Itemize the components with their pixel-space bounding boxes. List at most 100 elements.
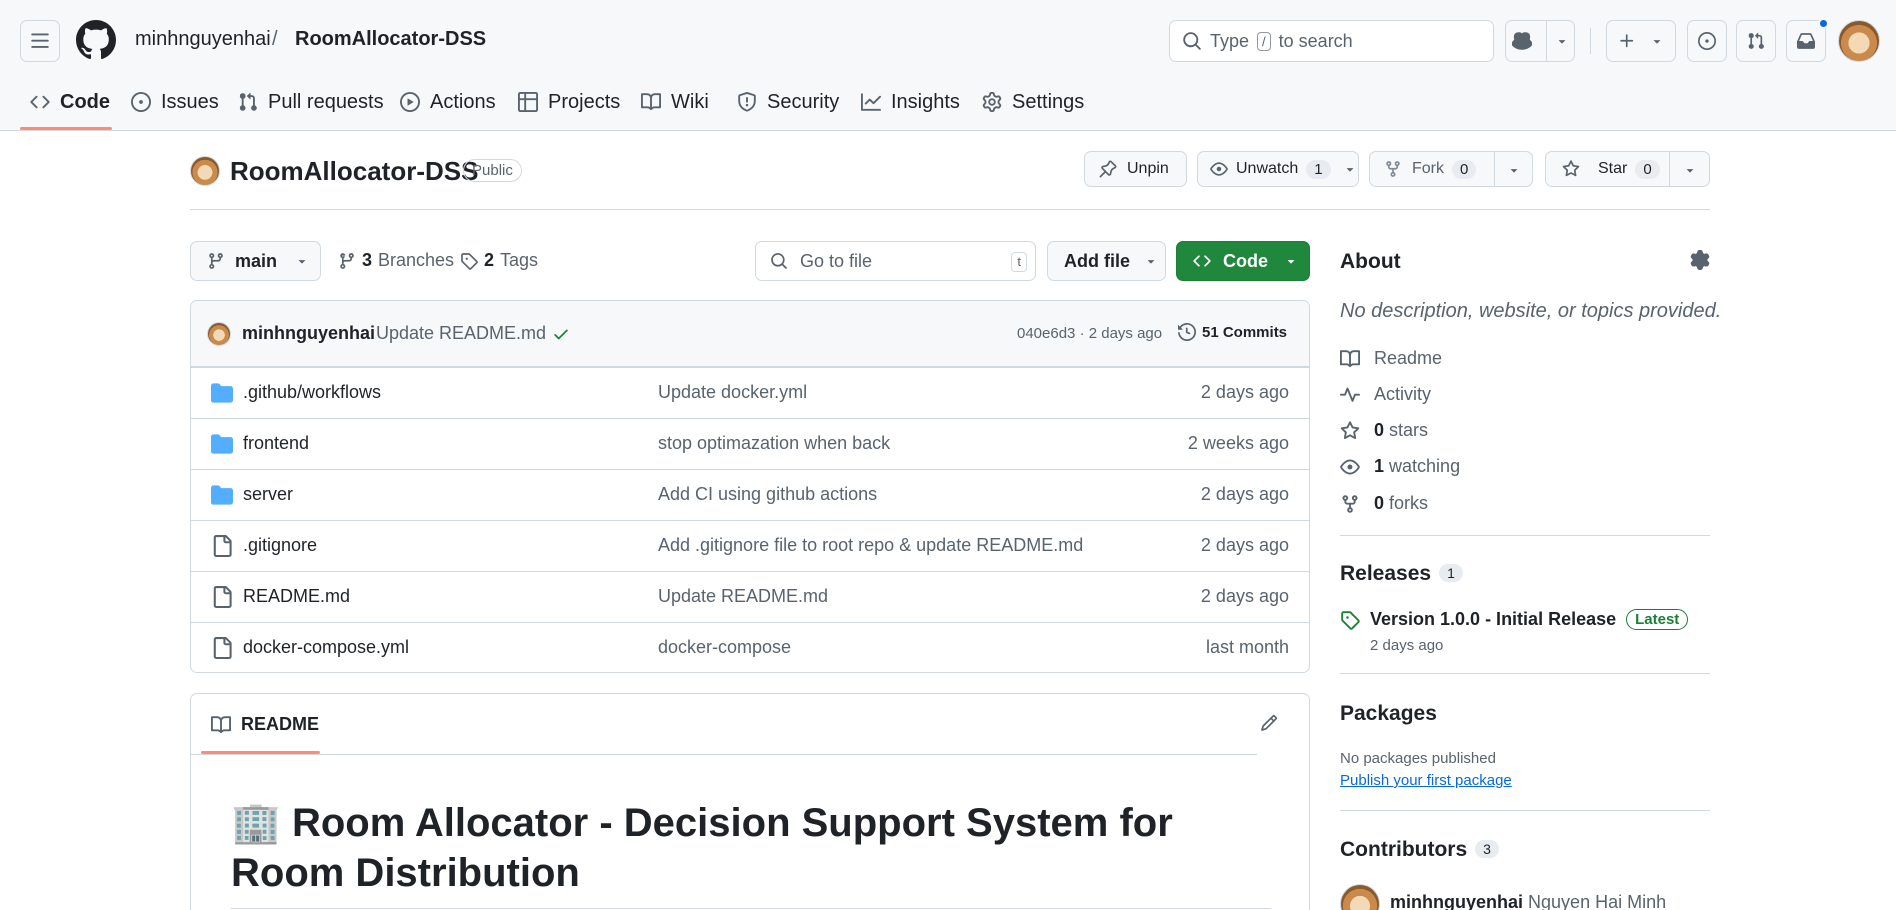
pull-requests-button[interactable] [1736, 20, 1776, 62]
file-row[interactable]: .gitignore Add .gitignore file to root r… [191, 520, 1309, 571]
copilot-button[interactable] [1505, 20, 1575, 62]
file-name[interactable]: README.md [243, 586, 350, 607]
branch-select[interactable]: main [190, 241, 321, 281]
commit-message[interactable]: Update README.md [376, 323, 546, 344]
code-button[interactable]: Code [1176, 241, 1310, 281]
contributor-avatar[interactable] [1340, 884, 1380, 910]
file-icon [213, 586, 232, 608]
readme-panel: README 🏢 Room Allocator - Decision Suppo… [190, 693, 1310, 910]
releases-title-label: Releases [1340, 562, 1432, 585]
graph-icon [861, 93, 881, 111]
file-row[interactable]: frontend stop optimazation when back 2 w… [191, 418, 1309, 469]
notification-dot [1818, 18, 1829, 29]
pull-request-icon [239, 92, 257, 111]
repo-title[interactable]: RoomAllocator-DSS [230, 156, 478, 187]
watching-link[interactable]: 1 watching [1340, 456, 1460, 477]
global-header: minhnguyenhai / RoomAllocator-DSS Type /… [0, 0, 1896, 131]
file-date: 2 days ago [1200, 484, 1289, 504]
tab-projects-label: Projects [548, 90, 621, 113]
contributor-login: minhnguyenhai [1390, 892, 1524, 910]
star-icon [1340, 420, 1360, 439]
file-name[interactable]: server [243, 484, 293, 505]
file-row[interactable]: .github/workflows Update docker.yml 2 da… [191, 367, 1309, 418]
file-commit-message[interactable]: docker-compose [658, 637, 791, 658]
unpin-label: Unpin [1127, 160, 1169, 177]
release-name[interactable]: Version 1.0.0 - Initial Release [1370, 609, 1616, 630]
forks-link[interactable]: 0 forks [1340, 493, 1428, 514]
file-row[interactable]: README.md Update README.md 2 days ago [191, 571, 1309, 622]
fork-icon [1386, 161, 1400, 177]
branch-name: main [235, 250, 278, 271]
file-commit-message[interactable]: stop optimazation when back [658, 433, 890, 454]
tab-projects[interactable]: Projects [518, 88, 620, 116]
branch-icon [340, 252, 354, 269]
tab-security[interactable]: Security [737, 88, 839, 116]
search-input[interactable]: Type / to search [1169, 20, 1494, 62]
activity-link[interactable]: Activity [1340, 384, 1431, 405]
user-avatar[interactable] [1838, 20, 1880, 62]
packages-title[interactable]: Packages [1340, 702, 1437, 726]
gear-icon[interactable] [1690, 250, 1710, 270]
tab-code[interactable]: Code [30, 88, 110, 116]
stars-link[interactable]: 0 stars [1340, 420, 1428, 441]
file-date: 2 weeks ago [1187, 433, 1289, 453]
search-icon [771, 253, 787, 269]
watching-label: watching [1389, 456, 1461, 476]
tags-link[interactable]: 2 Tags [460, 250, 538, 271]
create-new-button[interactable] [1606, 20, 1676, 62]
unwatch-button[interactable]: Unwatch 1 [1197, 151, 1359, 187]
folder-icon [211, 434, 233, 454]
tab-insights-label: Insights [891, 90, 960, 113]
breadcrumb-repo[interactable]: RoomAllocator-DSS [295, 28, 486, 51]
file-commit-message[interactable]: Update README.md [658, 586, 828, 607]
search-suffix: to search [1278, 30, 1353, 51]
contributors-title[interactable]: Contributors 3 [1340, 838, 1499, 862]
breadcrumb-owner[interactable]: minhnguyenhai [135, 28, 271, 51]
file-commit-message[interactable]: Update docker.yml [658, 382, 807, 403]
tab-issues[interactable]: Issues [131, 88, 219, 116]
latest-release[interactable]: Version 1.0.0 - Initial Release Latest [1340, 609, 1689, 630]
tab-wiki[interactable]: Wiki [641, 88, 709, 116]
file-name[interactable]: .gitignore [243, 535, 317, 556]
file-name[interactable]: frontend [243, 433, 309, 454]
file-name[interactable]: .github/workflows [243, 382, 381, 403]
commit-author-avatar[interactable] [207, 322, 231, 346]
tab-settings[interactable]: Settings [982, 88, 1084, 116]
play-icon [400, 92, 420, 112]
commit-hash-date[interactable]: 040e6d3 · 2 days ago [1017, 325, 1162, 342]
menu-button[interactable] [20, 20, 60, 62]
file-name[interactable]: docker-compose.yml [243, 637, 409, 658]
commit-author[interactable]: minhnguyenhai [242, 323, 375, 344]
fork-button[interactable]: Fork 0 [1369, 151, 1533, 187]
branches-link[interactable]: 3 Branches [338, 250, 454, 271]
releases-title[interactable]: Releases 1 [1340, 562, 1463, 586]
tab-actions[interactable]: Actions [400, 88, 496, 116]
chevron-down-icon [1147, 260, 1155, 264]
github-logo-icon[interactable] [76, 20, 116, 60]
folder-icon [211, 485, 233, 505]
tab-pull-requests-label: Pull requests [268, 90, 384, 113]
contributor-entry[interactable]: minhnguyenhai Nguyen Hai Minh [1390, 892, 1666, 910]
publish-package-link[interactable]: Publish your first package [1340, 772, 1512, 789]
add-file-button[interactable]: Add file [1047, 241, 1166, 281]
unpin-button[interactable]: Unpin [1084, 151, 1187, 187]
tab-pull-requests[interactable]: Pull requests [238, 88, 384, 116]
file-commit-message[interactable]: Add .gitignore file to root repo & updat… [658, 535, 1083, 556]
chevron-down-icon [1653, 40, 1661, 44]
tags-count: 2 [484, 250, 495, 270]
commits-link[interactable]: 51 Commits [1178, 323, 1287, 341]
star-button[interactable]: Star 0 [1545, 151, 1710, 187]
issues-button[interactable] [1687, 20, 1727, 62]
table-icon [518, 92, 538, 112]
commits-count: 51 Commits [1202, 323, 1288, 341]
edit-readme-button[interactable] [1260, 714, 1278, 732]
file-commit-message[interactable]: Add CI using github actions [658, 484, 877, 505]
readme-tab[interactable]: README [211, 714, 319, 735]
file-row[interactable]: docker-compose.yml docker-compose last m… [191, 622, 1309, 672]
file-row[interactable]: server Add CI using github actions 2 day… [191, 469, 1309, 520]
readme-link[interactable]: Readme [1340, 348, 1442, 369]
tab-insights[interactable]: Insights [861, 88, 960, 116]
sidebar-divider [1340, 810, 1710, 811]
go-to-file-input[interactable]: Go to file t [755, 241, 1036, 281]
chevron-down-icon [298, 260, 306, 264]
